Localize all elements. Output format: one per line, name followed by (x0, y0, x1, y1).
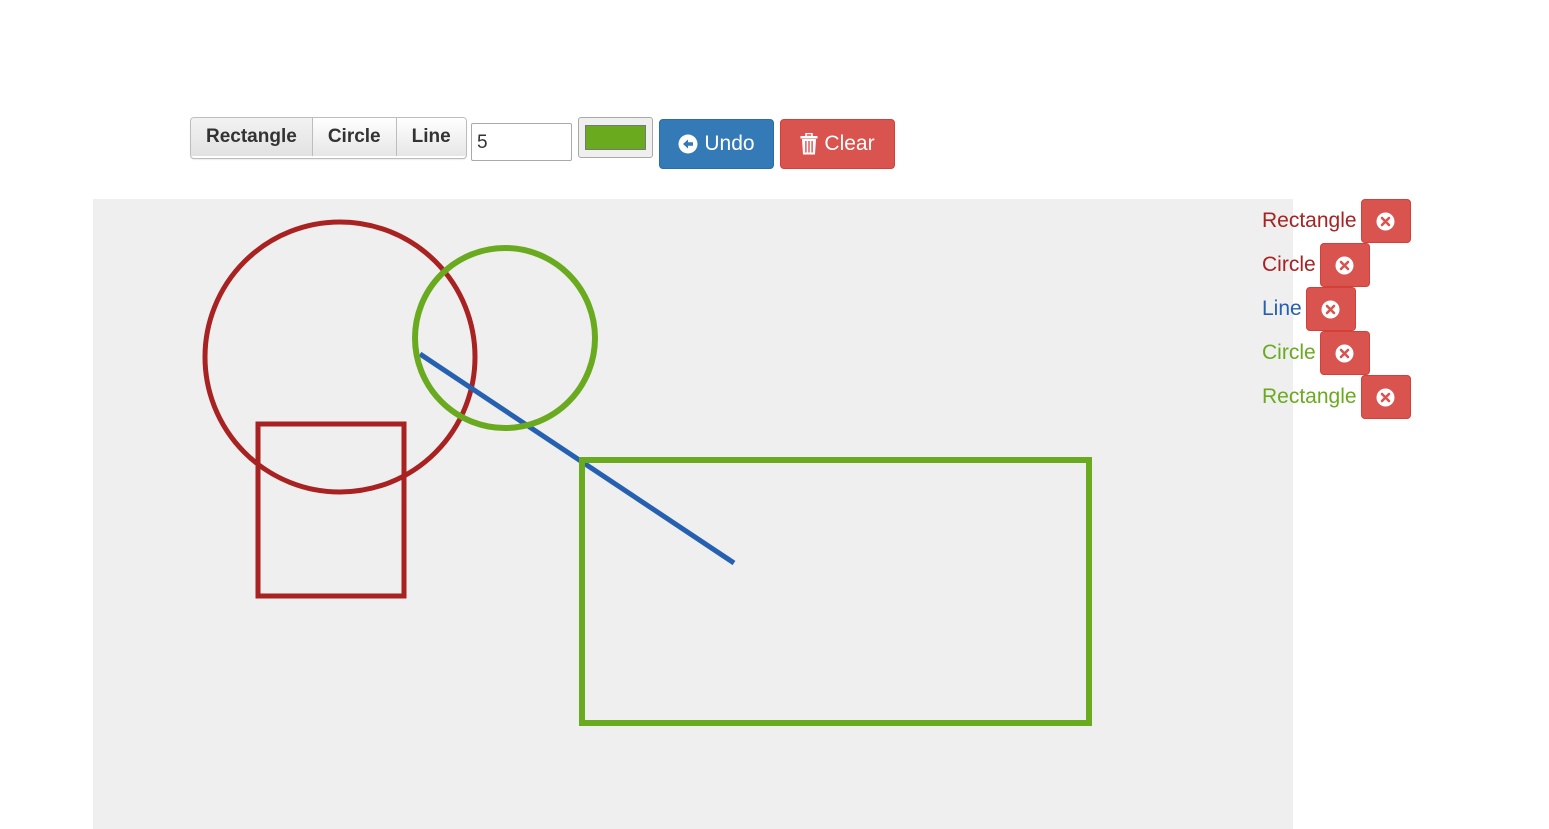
shape-label: Rectangle (1262, 385, 1357, 408)
remove-circle-icon (1376, 212, 1395, 230)
remove-circle-icon (1321, 300, 1340, 318)
tool-rectangle-button[interactable]: Rectangle (191, 118, 313, 156)
shape-label: Line (1262, 297, 1302, 320)
remove-shape-button[interactable] (1360, 199, 1411, 243)
undo-button[interactable]: Undo (659, 119, 774, 169)
shape-list-item: Rectangle (1262, 375, 1411, 419)
tool-selector: Rectangle Circle Line (190, 117, 467, 159)
shape-list-item: Rectangle (1262, 199, 1411, 243)
shape-list-item: Circle (1262, 331, 1411, 375)
clear-label: Clear (824, 132, 875, 155)
line-width-input[interactable] (471, 123, 572, 161)
shape-label: Circle (1262, 253, 1316, 276)
remove-shape-button[interactable] (1319, 331, 1370, 375)
tool-circle-button[interactable]: Circle (312, 118, 397, 156)
shape-label: Rectangle (1262, 209, 1357, 232)
remove-circle-icon (1335, 256, 1354, 274)
remove-shape-button[interactable] (1305, 287, 1356, 331)
remove-shape-button[interactable] (1360, 375, 1411, 419)
tool-line-button[interactable]: Line (396, 118, 466, 156)
clear-button[interactable]: Clear (780, 119, 895, 169)
shape-circle-red (202, 219, 478, 495)
shape-rectangle-red (255, 421, 407, 599)
trash-icon (800, 133, 818, 155)
drawing-canvas[interactable] (93, 199, 1293, 829)
color-picker[interactable] (578, 117, 653, 158)
arrow-left-circle-icon (678, 134, 698, 154)
shape-rectangle-green (579, 457, 1092, 726)
remove-shape-button[interactable] (1319, 243, 1370, 287)
shape-list: Rectangle Circle Line Circle Rectangle (1262, 199, 1411, 419)
remove-circle-icon (1376, 388, 1395, 406)
drawing-app: Rectangle Circle Line Undo Clear (0, 0, 1549, 829)
shape-list-item: Line (1262, 287, 1411, 331)
undo-label: Undo (704, 132, 755, 155)
color-swatch (585, 125, 646, 150)
shape-label: Circle (1262, 341, 1316, 364)
remove-circle-icon (1335, 344, 1354, 362)
shape-list-item: Circle (1262, 243, 1411, 287)
shape-circle-green (412, 245, 598, 431)
